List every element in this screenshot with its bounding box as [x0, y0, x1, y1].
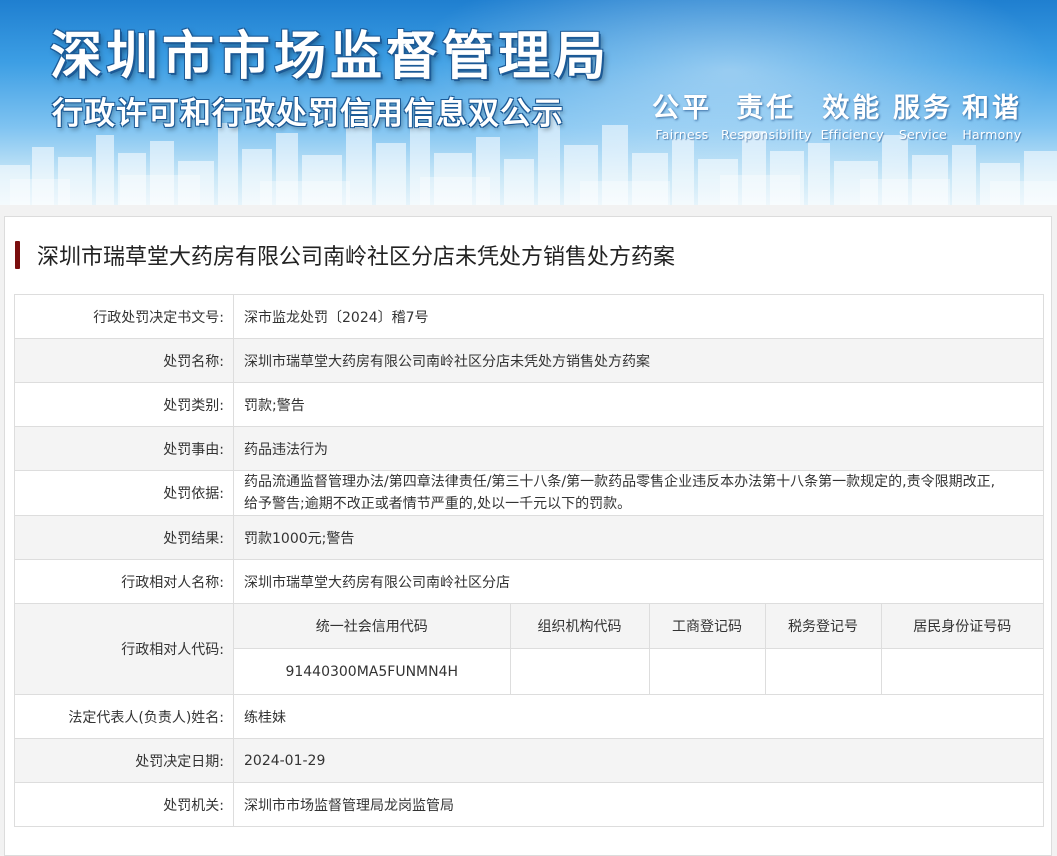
- party-code-table: 统一社会信用代码 组织机构代码 工商登记码 税务登记号 居民身份证号码 9144…: [234, 604, 1043, 694]
- penalty-info-table: 行政处罚决定书文号: 深市监龙处罚〔2024〕稽7号 处罚名称: 深圳市瑞草堂大…: [14, 294, 1044, 827]
- code-header: 工商登记码: [648, 604, 766, 649]
- site-title: 深圳市市场监督管理局: [50, 27, 611, 87]
- row-value: 罚款1000元;警告: [233, 515, 1044, 560]
- site-subtitle: 行政许可和行政处罚信用信息双公示: [52, 96, 564, 132]
- id-card-value: [880, 648, 1043, 694]
- motto-zh: 公平: [652, 93, 712, 124]
- table-row: 处罚依据: 药品流通监督管理办法/第四章法律责任/第三十八条/第一款药品零售企业…: [14, 470, 1044, 516]
- row-value: 2024-01-29: [233, 738, 1044, 783]
- code-header: 组织机构代码: [509, 604, 650, 649]
- code-header: 税务登记号: [764, 604, 882, 649]
- party-code-cell: 统一社会信用代码 组织机构代码 工商登记码 税务登记号 居民身份证号码 9144…: [233, 603, 1044, 695]
- table-row: 处罚类别: 罚款;警告: [14, 382, 1044, 427]
- table-row: 法定代表人(负责人)姓名: 练桂妹: [14, 694, 1044, 739]
- title-accent-bar: [15, 241, 20, 269]
- motto-zh: 效能: [822, 93, 883, 124]
- motto-item: 效能 Efficiency: [821, 94, 884, 142]
- code-header-row: 统一社会信用代码 组织机构代码 工商登记码 税务登记号 居民身份证号码: [234, 604, 1043, 649]
- table-row: 行政相对人代码: 统一社会信用代码 组织机构代码 工商登记码 税务登记号 居民身…: [14, 603, 1044, 695]
- motto-item: 责任 Responsibility: [721, 94, 812, 142]
- case-title-text: 深圳市瑞草堂大药房有限公司南岭社区分店未凭处方销售处方药案: [37, 245, 676, 270]
- table-row: 行政处罚决定书文号: 深市监龙处罚〔2024〕稽7号: [14, 294, 1044, 339]
- table-row: 处罚决定日期: 2024-01-29: [14, 738, 1044, 783]
- row-label: 处罚名称:: [14, 338, 234, 383]
- motto-item: 公平 Fairness: [652, 94, 712, 142]
- row-label: 行政相对人代码:: [14, 603, 234, 695]
- basis-line-1: 药品流通监督管理办法/第四章法律责任/第三十八条/第一款药品零售企业违反本办法第…: [244, 474, 996, 490]
- table-row: 行政相对人名称: 深圳市瑞草堂大药房有限公司南岭社区分店: [14, 559, 1044, 604]
- motto-zh: 和谐: [961, 93, 1022, 124]
- code-value-row: 91440300MA5FUNMN4H: [234, 648, 1043, 694]
- motto-en: Efficiency: [820, 127, 885, 142]
- row-value: 药品违法行为: [233, 426, 1044, 471]
- row-value: 药品流通监督管理办法/第四章法律责任/第三十八条/第一款药品零售企业违反本办法第…: [233, 470, 1044, 516]
- table-row: 处罚名称: 深圳市瑞草堂大药房有限公司南岭社区分店未凭处方销售处方药案: [14, 338, 1044, 383]
- motto-zh: 服务: [892, 93, 953, 124]
- row-value: 深圳市瑞草堂大药房有限公司南岭社区分店未凭处方销售处方药案: [233, 338, 1044, 383]
- motto-en: Service: [898, 127, 948, 142]
- row-label: 处罚决定日期:: [14, 738, 234, 783]
- motto-en: Harmony: [962, 127, 1022, 142]
- row-value: 深圳市市场监督管理局龙岗监管局: [233, 782, 1044, 827]
- table-row: 处罚事由: 药品违法行为: [14, 426, 1044, 471]
- row-value: 练桂妹: [233, 694, 1044, 739]
- motto-slogan: 公平 Fairness 责任 Responsibility 效能 Efficie…: [652, 94, 1022, 142]
- motto-en: Fairness: [655, 127, 709, 142]
- motto-en: Responsibility: [720, 127, 812, 142]
- motto-item: 服务 Service: [893, 94, 953, 142]
- row-label: 处罚事由:: [14, 426, 234, 471]
- row-label: 行政处罚决定书文号:: [14, 294, 234, 339]
- row-label: 处罚结果:: [14, 515, 234, 560]
- org-code-value: [509, 648, 650, 694]
- row-value: 深市监龙处罚〔2024〕稽7号: [233, 294, 1044, 339]
- code-header: 统一社会信用代码: [234, 604, 511, 649]
- business-reg-value: [648, 648, 766, 694]
- row-label: 处罚依据:: [14, 470, 234, 516]
- row-label: 行政相对人名称:: [14, 559, 234, 604]
- basis-line-2: 给予警告;逾期不改正或者情节严重的,处以一千元以下的罚款。: [244, 496, 632, 512]
- tax-reg-value: [764, 648, 882, 694]
- table-row: 处罚结果: 罚款1000元;警告: [14, 515, 1044, 560]
- case-detail-panel: 深圳市瑞草堂大药房有限公司南岭社区分店未凭处方销售处方药案 行政处罚决定书文号:…: [4, 216, 1052, 856]
- motto-item: 和谐 Harmony: [962, 94, 1022, 142]
- row-value: 罚款;警告: [233, 382, 1044, 427]
- case-title: 深圳市瑞草堂大药房有限公司南岭社区分店未凭处方销售处方药案: [15, 241, 676, 270]
- motto-zh: 责任: [736, 93, 797, 124]
- table-row: 处罚机关: 深圳市市场监督管理局龙岗监管局: [14, 782, 1044, 827]
- row-label: 法定代表人(负责人)姓名:: [14, 694, 234, 739]
- credit-code-value: 91440300MA5FUNMN4H: [234, 648, 511, 694]
- row-label: 处罚类别:: [14, 382, 234, 427]
- code-header: 居民身份证号码: [880, 604, 1043, 649]
- row-value: 深圳市瑞草堂大药房有限公司南岭社区分店: [233, 559, 1044, 604]
- header-banner: 深圳市市场监督管理局 行政许可和行政处罚信用信息双公示 公平 Fairness …: [0, 0, 1057, 205]
- row-label: 处罚机关:: [14, 782, 234, 827]
